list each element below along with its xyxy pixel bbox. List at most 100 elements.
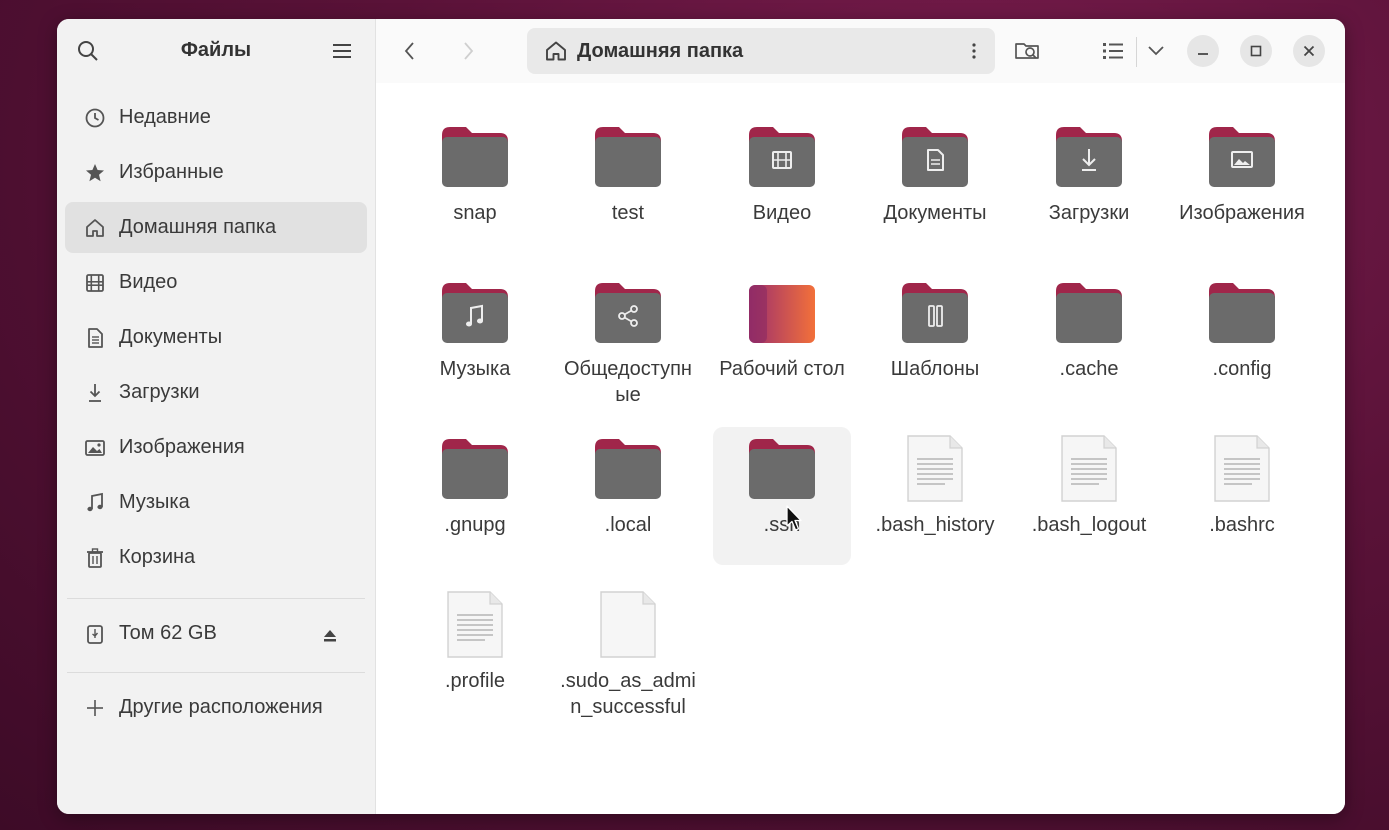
home-icon bbox=[83, 216, 107, 240]
close-button[interactable] bbox=[1293, 35, 1325, 67]
file-item[interactable]: Музыка bbox=[406, 279, 544, 399]
sidebar-item-documents[interactable]: Документы bbox=[65, 312, 367, 363]
empty-file-icon bbox=[593, 591, 663, 659]
folder-templates-icon bbox=[900, 279, 970, 347]
file-item[interactable]: Изображения bbox=[1173, 123, 1311, 243]
music-icon bbox=[83, 491, 107, 515]
file-name: .ssh bbox=[763, 514, 801, 536]
file-name: .bash_history bbox=[875, 514, 995, 536]
sidebar-item-downloads[interactable]: Загрузки bbox=[65, 367, 367, 418]
folder-icon bbox=[593, 435, 663, 503]
sidebar-item-pictures[interactable]: Изображения bbox=[65, 422, 367, 473]
sidebar-item-volume[interactable]: Том 62 GB bbox=[65, 608, 367, 659]
home-icon bbox=[545, 41, 567, 61]
file-item[interactable]: .gnupg bbox=[406, 435, 544, 555]
file-name: test bbox=[611, 202, 645, 224]
hamburger-menu-icon[interactable] bbox=[333, 43, 351, 59]
folder-pictures-icon bbox=[1207, 123, 1277, 191]
file-name: .config bbox=[1212, 358, 1272, 380]
view-options-button[interactable] bbox=[1138, 33, 1174, 69]
minimize-button[interactable] bbox=[1187, 35, 1219, 67]
folder-icon bbox=[1054, 279, 1124, 347]
file-name: Шаблоны bbox=[890, 358, 980, 380]
file-item[interactable]: .profile bbox=[406, 591, 544, 711]
file-item[interactable]: Рабочий стол bbox=[713, 279, 851, 399]
file-name: .bash_logout bbox=[1031, 514, 1147, 536]
sidebar-item-videos[interactable]: Видео bbox=[65, 257, 367, 308]
header-bar: Домашняя папка bbox=[376, 19, 1345, 83]
folder-documents-icon bbox=[900, 123, 970, 191]
file-name: .sudo_as_admin_successful bbox=[560, 670, 696, 718]
file-item[interactable]: .sudo_as_admin_successful bbox=[559, 591, 697, 751]
clock-icon bbox=[83, 106, 107, 130]
sidebar-item-music[interactable]: Музыка bbox=[65, 477, 367, 528]
app-title: Файлы bbox=[180, 39, 252, 61]
sidebar-item-trash[interactable]: Корзина bbox=[65, 532, 367, 583]
file-item[interactable]: snap bbox=[406, 123, 544, 243]
folder-downloads-icon bbox=[1054, 123, 1124, 191]
close-icon bbox=[1303, 45, 1315, 57]
more-vertical-icon[interactable] bbox=[971, 42, 977, 60]
file-name: Видео bbox=[752, 202, 812, 224]
forward-button[interactable] bbox=[454, 37, 482, 65]
search-location-button[interactable] bbox=[1010, 33, 1046, 69]
sidebar: Файлы Недавние Избранные Домашняя папка … bbox=[57, 19, 376, 814]
file-item[interactable]: Общедоступные bbox=[559, 279, 697, 406]
sidebar-divider bbox=[67, 598, 365, 599]
file-name: .local bbox=[604, 514, 652, 536]
file-name: Загрузки bbox=[1048, 202, 1130, 224]
sidebar-item-label: Домашняя папка bbox=[119, 216, 277, 238]
file-item[interactable]: Видео bbox=[713, 123, 851, 243]
file-item[interactable]: .bash_history bbox=[866, 435, 1004, 555]
image-icon bbox=[83, 436, 107, 460]
file-item[interactable]: .local bbox=[559, 435, 697, 555]
location-bar[interactable]: Домашняя папка bbox=[527, 28, 995, 74]
list-view-icon bbox=[1103, 43, 1123, 59]
sidebar-item-other-locations[interactable]: Другие расположения bbox=[65, 682, 367, 733]
file-name: .profile bbox=[444, 670, 506, 692]
file-name: Общедоступные bbox=[564, 358, 692, 406]
sidebar-item-home[interactable]: Домашняя папка bbox=[65, 202, 367, 253]
text-file-icon bbox=[1207, 435, 1277, 503]
file-item[interactable]: .cache bbox=[1020, 279, 1158, 399]
eject-icon[interactable] bbox=[323, 626, 337, 642]
star-icon bbox=[83, 161, 107, 185]
file-name: .bashrc bbox=[1209, 514, 1275, 536]
sidebar-item-label: Корзина bbox=[119, 546, 196, 568]
sidebar-divider bbox=[67, 672, 365, 673]
folder-desktop-icon bbox=[747, 279, 817, 347]
maximize-button[interactable] bbox=[1240, 35, 1272, 67]
file-grid: snap test Видео Документы Загрузки Изобр… bbox=[376, 83, 1345, 814]
chevron-left-icon bbox=[404, 42, 414, 60]
sidebar-item-label: Видео bbox=[119, 271, 178, 293]
trash-icon bbox=[83, 546, 107, 570]
sidebar-item-starred[interactable]: Избранные bbox=[65, 147, 367, 198]
back-button[interactable] bbox=[396, 37, 424, 65]
current-path: Домашняя папка bbox=[577, 40, 744, 62]
maximize-icon bbox=[1250, 45, 1262, 57]
file-item[interactable]: Загрузки bbox=[1020, 123, 1158, 243]
file-item[interactable]: .bash_logout bbox=[1020, 435, 1158, 555]
sidebar-item-label: Избранные bbox=[119, 161, 224, 183]
file-item[interactable]: Документы bbox=[866, 123, 1004, 243]
minimize-icon bbox=[1198, 53, 1208, 55]
plus-icon bbox=[83, 696, 107, 720]
folder-search-icon bbox=[1015, 43, 1039, 59]
folder-icon bbox=[440, 435, 510, 503]
sidebar-item-recent[interactable]: Недавние bbox=[65, 92, 367, 143]
file-name: Музыка bbox=[439, 358, 511, 380]
text-file-icon bbox=[440, 591, 510, 659]
file-item[interactable]: .config bbox=[1173, 279, 1311, 399]
file-item[interactable]: .ssh bbox=[713, 427, 851, 565]
text-file-icon bbox=[1054, 435, 1124, 503]
file-item[interactable]: .bashrc bbox=[1173, 435, 1311, 555]
sidebar-item-label: Изображения bbox=[119, 436, 245, 458]
list-view-button[interactable] bbox=[1095, 33, 1131, 69]
folder-icon bbox=[747, 435, 817, 503]
folder-icon bbox=[1207, 279, 1277, 347]
mouse-pointer-icon bbox=[785, 504, 803, 534]
file-item[interactable]: Шаблоны bbox=[866, 279, 1004, 399]
folder-video-icon bbox=[747, 123, 817, 191]
sidebar-item-label: Том 62 GB bbox=[119, 622, 217, 644]
file-item[interactable]: test bbox=[559, 123, 697, 243]
